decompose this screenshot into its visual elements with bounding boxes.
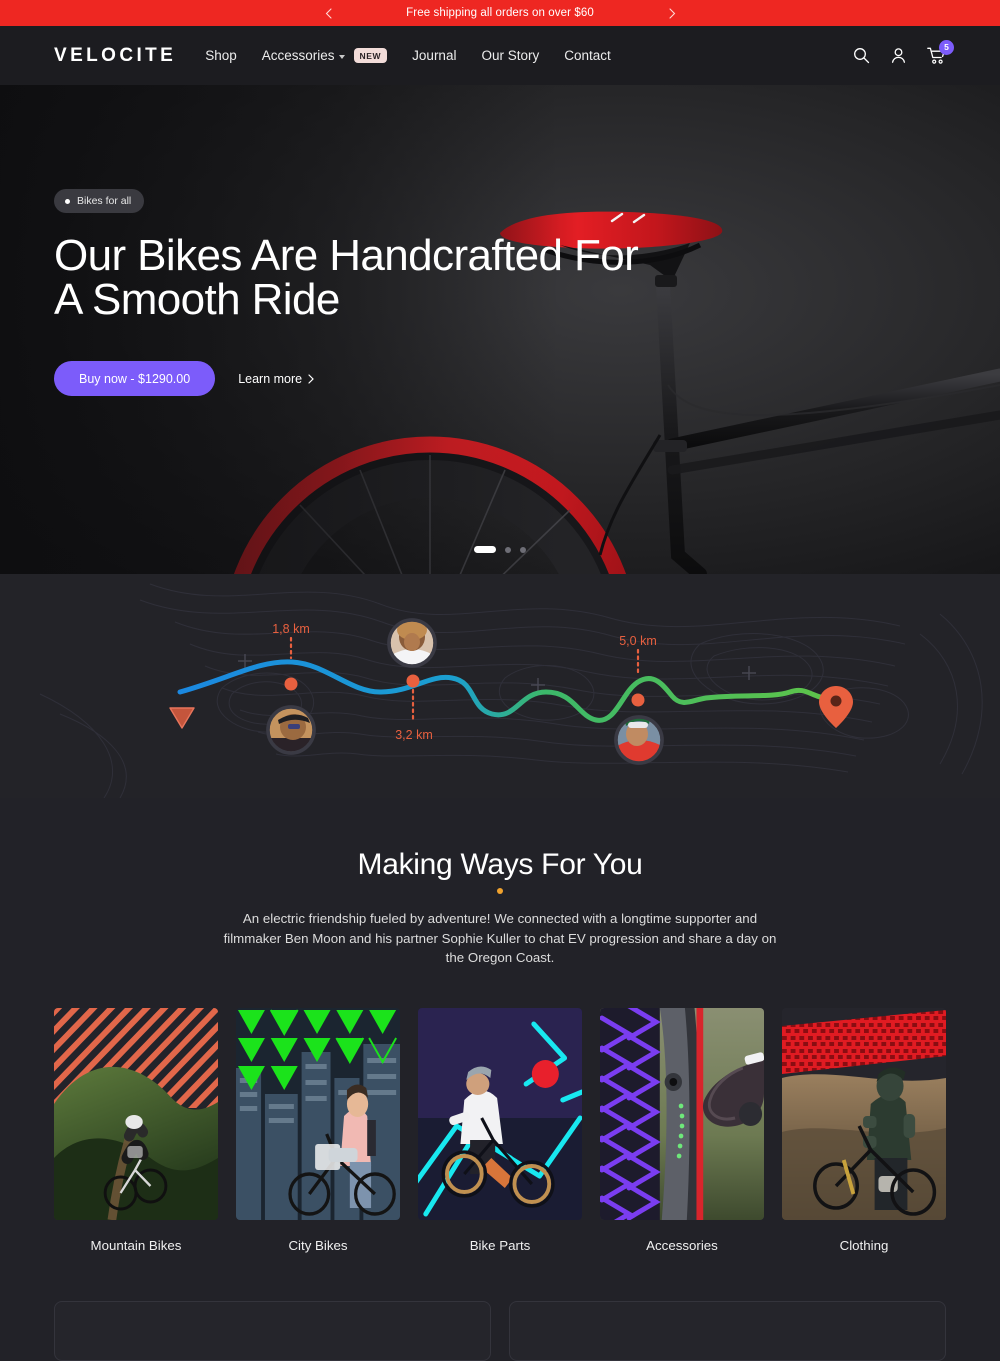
nav-item-accessories[interactable]: Accessories [262,48,345,63]
search-button[interactable] [853,47,870,64]
category-card-accessories[interactable]: Accessories [600,1007,764,1253]
nav-item-shop[interactable]: Shop [205,48,237,63]
slider-dot-1[interactable] [474,546,496,553]
account-button[interactable] [890,47,907,64]
chevron-right-icon [308,373,314,384]
category-label: Bike Parts [469,1237,531,1253]
cart-count-badge: 5 [939,39,954,55]
category-image [54,1007,218,1220]
bottom-panel-right[interactable] [509,1300,946,1361]
hero-actions: Buy now - $1290.00 Learn more [54,361,638,396]
learn-more-link[interactable]: Learn more [238,372,314,386]
nav-label: Shop [205,48,237,63]
category-card-city-bikes[interactable]: City Bikes [236,1007,400,1253]
avatar-rider-1[interactable] [387,618,437,668]
category-card-clothing[interactable]: Clothing [782,1007,946,1253]
chevron-left-icon [325,7,332,19]
user-icon [891,48,906,63]
category-image [236,1007,400,1220]
main-navigation: Shop Accessories NEW Journal Our Story C… [205,47,611,64]
mountain-bikes-graphic [54,1007,218,1220]
dot-icon [65,198,70,204]
buy-now-button[interactable]: Buy now - $1290.00 [54,361,216,396]
clothing-graphic [782,1007,946,1220]
slider-dot-3[interactable] [520,546,526,553]
category-grid: Mountain Bikes City Bikes Bike Parts Acc… [0,967,1000,1253]
hero-badge-label: Bikes for all [77,195,132,207]
slider-dot-2[interactable] [505,546,511,553]
category-image [418,1007,582,1220]
announcement-text: Free shipping all orders on over $60 [406,7,594,19]
nav-new-badge: NEW [353,47,388,64]
nav-label: Journal [412,48,457,63]
announcement-bar: Free shipping all orders on over $60 [0,0,1000,26]
category-image [782,1007,946,1220]
category-label: Mountain Bikes [90,1237,182,1253]
nav-item-our-story[interactable]: Our Story [481,48,539,63]
making-ways-section: Making Ways For You An electric friendsh… [0,798,1000,968]
category-label: Accessories [646,1237,718,1253]
learn-more-label: Learn more [238,371,303,386]
bottom-panel-left[interactable] [54,1300,491,1361]
category-label: Clothing [839,1237,889,1253]
announcement-prev-button[interactable] [315,0,341,26]
hero-section: Bikes for all Our Bikes Are Handcrafted … [0,85,1000,574]
chevron-down-icon [338,54,345,59]
hero-title-line1: Our Bikes Are Handcrafted For [54,231,639,280]
category-card-bike-parts[interactable]: Bike Parts [418,1007,582,1253]
category-label: City Bikes [288,1237,348,1253]
category-image [600,1007,764,1220]
accessories-graphic [600,1007,764,1220]
hero-content: Bikes for all Our Bikes Are Handcrafted … [54,189,639,396]
chevron-right-icon [668,7,675,19]
distance-label-1: 1,8 km [272,622,310,636]
distance-label-2: 3,2 km [395,728,433,742]
route-map: 1,8 km 3,2 km 5,0 km [0,574,1000,798]
section-title: Making Ways For You [357,848,643,881]
nav-label: Contact [564,48,611,63]
avatar-rider-3[interactable] [614,715,664,765]
header-actions: 5 [853,39,954,65]
announcement-next-button[interactable] [659,0,685,26]
hero-slider-dots [0,546,1000,553]
accent-dot-icon [497,888,503,894]
nav-item-contact[interactable]: Contact [564,48,611,63]
nav-label: Accessories [261,48,335,63]
category-card-mountain-bikes[interactable]: Mountain Bikes [54,1007,218,1253]
hero-title: Our Bikes Are Handcrafted For A Smooth R… [54,231,639,324]
distance-label-3: 5,0 km [619,634,657,648]
section-paragraph: An electric friendship fueled by adventu… [223,911,777,966]
route-map-section: 1,8 km 3,2 km 5,0 km [0,574,1000,798]
nav-label: Our Story [481,48,540,63]
city-bikes-graphic [236,1007,400,1220]
search-icon [854,48,870,64]
nav-item-journal[interactable]: Journal [412,48,456,63]
logo[interactable]: VELOCITE [54,45,176,67]
bottom-panels [0,1252,1000,1361]
hero-badge: Bikes for all [54,189,145,213]
cart-button[interactable]: 5 [927,39,954,65]
hero-title-line2: A Smooth Ride [54,275,340,324]
bike-parts-graphic [418,1007,582,1220]
site-header: VELOCITE Shop Accessories NEW Journal Ou… [0,26,1000,85]
